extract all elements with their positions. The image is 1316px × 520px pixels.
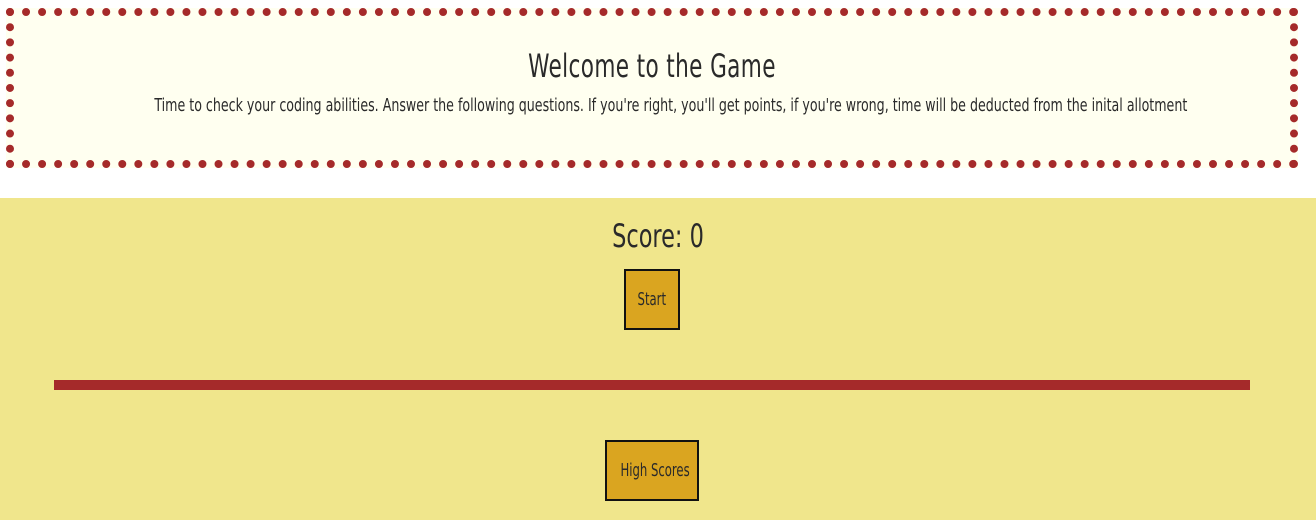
start-button-label: Start bbox=[637, 289, 667, 310]
game-area: Score: 0 Start High Scores bbox=[0, 198, 1316, 520]
page-title: Welcome to the Game bbox=[528, 47, 776, 85]
score-display: Score: 0 bbox=[145, 216, 1171, 256]
start-button[interactable]: Start bbox=[624, 269, 680, 330]
high-scores-button[interactable]: High Scores bbox=[605, 440, 699, 501]
welcome-panel: Welcome to the Game Time to check your c… bbox=[6, 8, 1298, 168]
high-scores-button-label: High Scores bbox=[620, 460, 690, 481]
score-label: Score: bbox=[612, 217, 690, 255]
score-value: 0 bbox=[689, 217, 704, 255]
intro-text: Time to check your coding abilities. Ans… bbox=[154, 95, 1188, 116]
divider bbox=[54, 380, 1250, 390]
